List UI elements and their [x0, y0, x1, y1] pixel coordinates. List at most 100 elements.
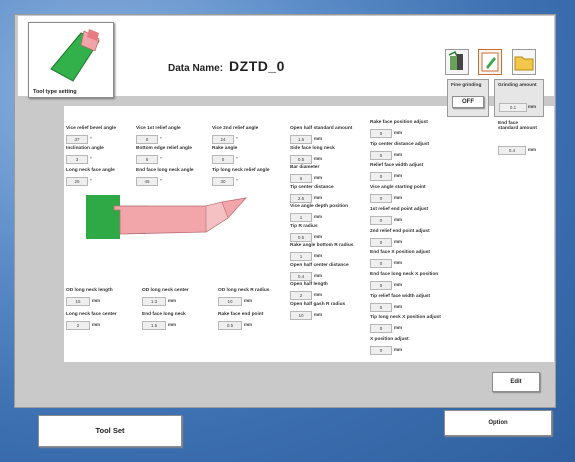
data-name-display: Data Name: DZTD_0: [168, 58, 285, 74]
length-3-label: Long neck face center: [66, 312, 117, 317]
adjust-5-label: 2nd relief end point adjust: [370, 228, 430, 234]
grinding-amount-field[interactable]: 0.1: [499, 103, 527, 112]
angle-2-label: Vice 2nd relief angle: [212, 126, 259, 131]
center-5-unit: mm: [314, 233, 323, 239]
angle-2-field[interactable]: 24: [212, 135, 234, 144]
angle-6-field[interactable]: 25: [66, 177, 88, 186]
angle-7-label: End face long neck angle: [136, 168, 194, 173]
center-9-field[interactable]: 10: [290, 310, 312, 320]
adjust-5-field[interactable]: 0: [370, 237, 392, 247]
adjust-4-label: 1st relief end point adjust: [370, 206, 429, 212]
center-8-field[interactable]: 2: [290, 291, 312, 300]
adjust-9-field[interactable]: 0: [370, 324, 392, 334]
tool-set-button[interactable]: Tool Set: [38, 415, 182, 447]
folder-icon[interactable]: [512, 49, 536, 75]
angle-4-unit: °: [160, 156, 162, 161]
length-3-unit: mm: [92, 322, 101, 327]
tool-type-card[interactable]: Tool type setting: [28, 22, 114, 98]
edit-button[interactable]: Edit: [492, 372, 540, 392]
center-2-label: Bar diameter: [290, 165, 320, 170]
adjust-6-field[interactable]: 0: [370, 259, 392, 269]
angle-8-label: Tip long neck relief angle: [212, 168, 270, 173]
angle-1-unit: °: [160, 136, 162, 141]
center-1-label: Side face long neck: [290, 145, 335, 151]
center-3-label: Tip center distance: [290, 184, 334, 190]
length-5-field[interactable]: 0.5: [218, 321, 242, 330]
center-7-field[interactable]: 0.4: [290, 271, 312, 281]
angle-6-label: Long neck face angle: [66, 168, 115, 173]
center-0-field[interactable]: 1.5: [290, 135, 312, 144]
end-face-standard-label: End face standard amount: [498, 121, 537, 131]
angle-7-field[interactable]: 45: [136, 177, 158, 186]
length-3-field[interactable]: 2: [66, 321, 90, 330]
end-face-standard-field[interactable]: 0.4: [498, 146, 526, 155]
adjust-2-field[interactable]: 0: [370, 172, 392, 182]
tool-shape-icon: [50, 29, 100, 82]
angle-4-field[interactable]: 6: [136, 155, 158, 164]
fine-grinding-toggle[interactable]: OFF: [452, 96, 484, 108]
adjust-9-label: Tip long neck X position adjust: [370, 315, 441, 321]
adjust-3-field[interactable]: 0: [370, 194, 392, 204]
angle-3-unit: °: [90, 156, 92, 161]
center-1-field[interactable]: 0.5: [290, 154, 312, 164]
adjust-1-label: Tip center distance adjust: [370, 141, 430, 147]
center-8-label: Open half length: [290, 282, 328, 287]
adjust-9-unit: mm: [394, 325, 403, 331]
length-1-field[interactable]: 1.3: [142, 297, 166, 306]
adjust-8-label: Tip relief face width adjust: [370, 293, 431, 299]
angle-5-label: Rake angle: [212, 146, 238, 151]
angle-5-field[interactable]: 0: [212, 155, 234, 164]
center-3-field[interactable]: 2.5: [290, 193, 312, 203]
angle-2-unit: °: [236, 136, 238, 141]
machine-icon[interactable]: [445, 49, 469, 75]
angle-6-unit: °: [90, 178, 92, 183]
grinding-amount-label: Grinding amount: [498, 83, 537, 88]
adjust-6-label: End face X position adjust: [370, 250, 430, 256]
angle-1-label: Vice 1st relief angle: [136, 126, 181, 131]
adjust-8-field[interactable]: 0: [370, 302, 392, 312]
center-2-field[interactable]: 6: [290, 174, 312, 183]
data-name-label: Data Name:: [168, 63, 224, 74]
adjust-2-unit: mm: [394, 173, 403, 179]
center-5-field[interactable]: 0.5: [290, 232, 312, 242]
length-4-field[interactable]: 1.5: [142, 321, 166, 330]
angle-3-field[interactable]: 3: [66, 155, 88, 164]
angle-0-field[interactable]: 37: [66, 135, 88, 144]
length-4-unit: mm: [168, 322, 177, 327]
angle-7-unit: °: [160, 178, 162, 183]
edit-icon[interactable]: [478, 49, 502, 75]
center-7-label: Open half center distance: [290, 262, 349, 268]
adjust-0-field[interactable]: 0: [370, 129, 392, 138]
length-1-label: OD long neck center: [142, 288, 189, 293]
adjust-0-unit: mm: [394, 130, 403, 135]
adjust-1-unit: mm: [394, 151, 403, 157]
adjust-6-unit: mm: [394, 260, 403, 266]
adjust-4-field[interactable]: 0: [370, 215, 392, 225]
center-6-label: Rake angle bottom R radius: [290, 243, 354, 248]
length-2-unit: mm: [244, 298, 253, 303]
adjust-10-field[interactable]: 0: [370, 346, 392, 355]
angle-5-unit: °: [236, 156, 238, 161]
angle-8-unit: °: [236, 178, 238, 183]
length-2-field[interactable]: 10: [218, 297, 242, 306]
adjust-0-label: Rake face position adjust: [370, 120, 428, 125]
length-0-field[interactable]: 15: [66, 297, 90, 306]
center-8-unit: mm: [314, 292, 323, 297]
center-4-field[interactable]: 1: [290, 213, 312, 222]
center-6-field[interactable]: 1: [290, 252, 312, 261]
end-face-standard-unit: mm: [528, 147, 537, 152]
angle-8-field[interactable]: 30: [212, 177, 234, 186]
center-5-label: Tip R radius: [290, 223, 318, 229]
center-9-unit: mm: [314, 311, 323, 317]
adjust-7-field[interactable]: 0: [370, 280, 392, 290]
center-3-unit: mm: [314, 194, 323, 200]
grinding-amount-unit: mm: [528, 104, 537, 109]
adjust-10-label: X position adjust: [370, 337, 409, 342]
center-1-unit: mm: [314, 155, 323, 161]
tool-type-label: Tool type setting: [33, 89, 77, 95]
angle-1-field[interactable]: 0: [136, 135, 158, 144]
length-2-label: OD long neck R radius: [218, 288, 270, 293]
fine-grinding-group: Fine grinding OFF: [447, 79, 489, 117]
adjust-1-field[interactable]: 0: [370, 150, 392, 160]
option-button[interactable]: Option: [444, 410, 552, 436]
